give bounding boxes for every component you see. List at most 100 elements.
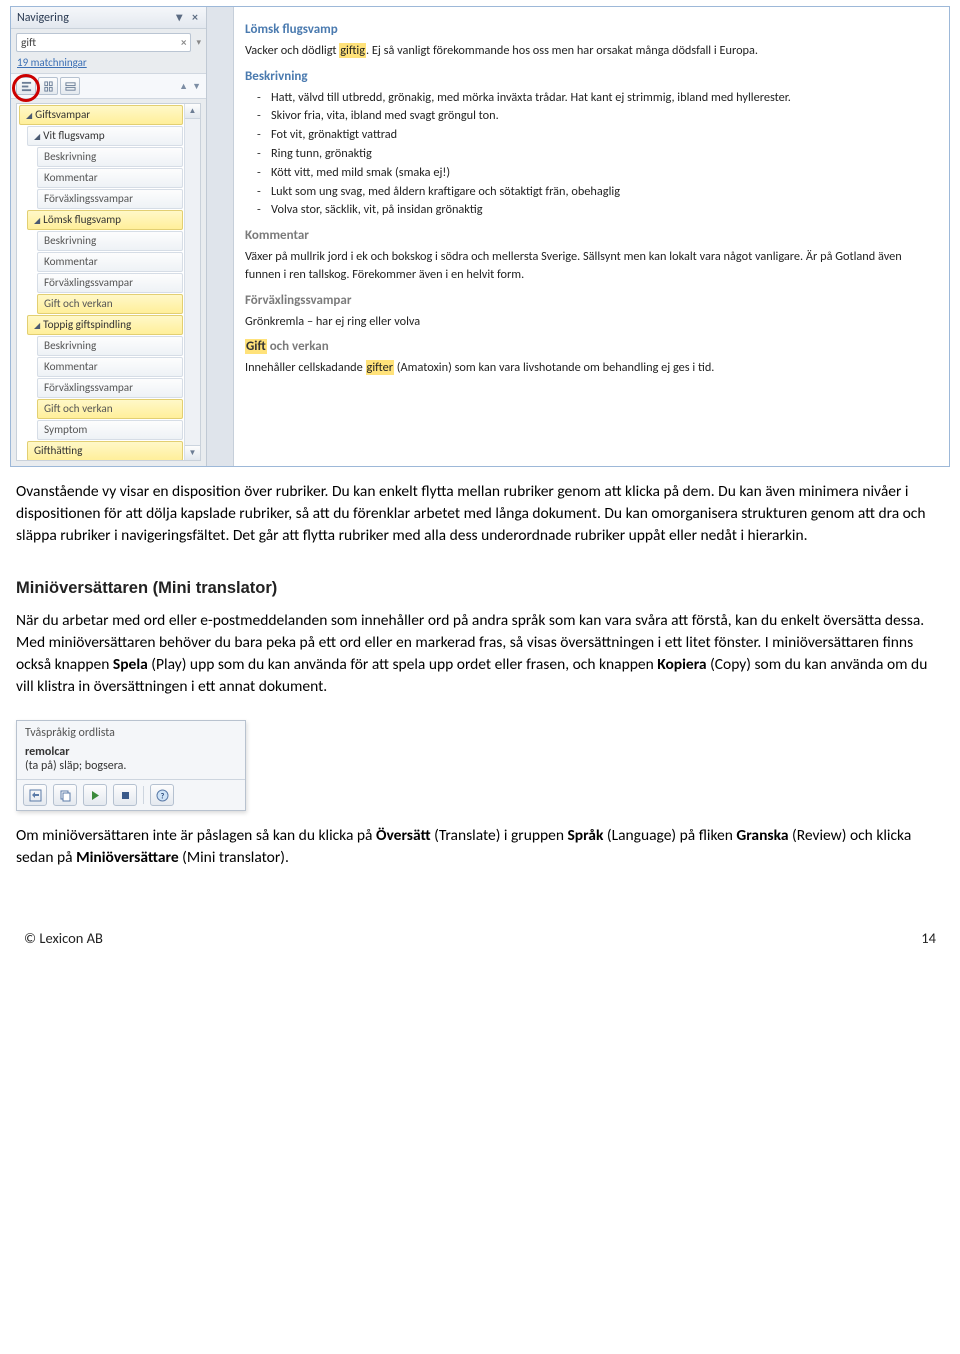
caret-icon: ◢ [34, 216, 40, 226]
text: Om miniöversättaren inte är påslagen så … [16, 826, 376, 845]
nav-tree-item[interactable]: Förväxlingssvampar [37, 273, 183, 293]
svg-text:?: ? [160, 791, 164, 801]
nav-search-value: gift [21, 36, 36, 50]
doc-heading-kommentar: Kommentar [245, 227, 927, 246]
body-paragraph-2: När du arbetar med ord eller e-postmedde… [16, 610, 944, 698]
nav-tree-item[interactable]: Beskrivning [37, 147, 183, 167]
nav-tree-item[interactable]: Förväxlingssvampar [37, 378, 183, 398]
nav-tree-item[interactable]: Kommentar [37, 168, 183, 188]
caret-icon: ◢ [34, 321, 40, 331]
tree-item-label: Gifthätting [34, 444, 82, 458]
tree-item-label: Beskrivning [44, 339, 96, 353]
results-view-button[interactable] [60, 77, 80, 95]
help-button[interactable]: ? [150, 784, 174, 806]
tree-item-label: Gift och verkan [44, 297, 113, 311]
nav-search-input[interactable]: gift × [16, 33, 191, 52]
play-button[interactable] [83, 784, 107, 806]
doc-heading-forvax: Förväxlingssvampar [245, 292, 927, 311]
nav-tree-item[interactable]: ◢Giftsvampar [19, 105, 183, 125]
doc-heading-gift: Gift och verkan [245, 338, 927, 357]
bold-text: Översätt [376, 826, 431, 845]
tree-item-label: Beskrivning [44, 150, 96, 164]
scroll-up-icon[interactable]: ▲ [185, 104, 200, 119]
highlight: Gift [245, 339, 267, 354]
popup-definition: (ta på) släp; bogsera. [17, 759, 245, 779]
tree-item-label: Toppig giftspindling [43, 318, 131, 332]
tree-item-label: Gift och verkan [44, 402, 113, 416]
pages-view-button[interactable] [38, 77, 58, 95]
nav-tree-item[interactable]: Beskrivning [37, 231, 183, 251]
bold-text: Språk [567, 826, 603, 845]
text: (Translate) i gruppen [431, 826, 568, 845]
scroll-down-icon[interactable]: ▼ [185, 445, 200, 460]
text: (Language) på fliken [603, 826, 736, 845]
text: (Amatoxin) som kan vara livshotande om b… [394, 360, 714, 375]
tree-item-label: Förväxlingssvampar [44, 381, 133, 395]
nav-header: Navigering ▾ × [11, 7, 206, 29]
separator [143, 786, 144, 804]
nav-search-dropdown-icon[interactable]: ▾ [196, 37, 201, 48]
nav-tree-item[interactable]: ◢Toppig giftspindling [27, 315, 183, 335]
nav-close-icon[interactable]: × [190, 11, 200, 25]
copy-button[interactable] [53, 784, 77, 806]
doc-bullet-list: Hatt, välvd till utbredd, grönakig, med … [257, 89, 927, 220]
text: och verkan [267, 339, 329, 354]
nav-tree-item[interactable]: Kommentar [37, 252, 183, 272]
nav-tree-item[interactable]: Gift och verkan [37, 294, 183, 314]
nav-tree: ▲ ▼ ◢Giftsvampar◢Vit flugsvamp Beskrivnin… [16, 103, 201, 461]
clear-icon[interactable]: × [181, 36, 186, 49]
tree-item-label: Symptom [44, 423, 87, 437]
text: Vacker och dödligt [245, 43, 339, 58]
nav-tree-item[interactable]: Förväxlingssvampar [37, 189, 183, 209]
text: Ovanstående vy visar en disposition över… [16, 481, 944, 547]
word-screenshot-frame: Navigering ▾ × gift × ▾ 19 matchningar [10, 6, 950, 467]
nav-dropdown-icon[interactable]: ▾ [174, 10, 184, 25]
nav-tree-item[interactable]: Kommentar [37, 357, 183, 377]
bold-text: Miniöversättare [76, 848, 179, 867]
mini-translator-popup: Tvåspråkig ordlista remolcar (ta på) slä… [16, 720, 246, 811]
nav-tree-item[interactable]: Gift och verkan [37, 399, 183, 419]
doc-heading-title: Lömsk flugsvamp [245, 21, 927, 40]
text: . Ej så vanligt förekommande hos oss men… [366, 43, 758, 58]
body-paragraph-1: Ovanstående vy visar en disposition över… [16, 481, 944, 547]
nav-match-count[interactable]: 19 matchningar [11, 54, 206, 73]
list-item: Hatt, välvd till utbredd, grönakig, med … [257, 89, 927, 107]
nav-tree-item[interactable]: Symptom [37, 420, 183, 440]
nav-tree-item[interactable]: Beskrivning [37, 336, 183, 356]
nav-view-toolbar: ▲ ▼ [11, 73, 206, 99]
text: (Play) upp som du kan använda för att sp… [148, 655, 657, 674]
nav-scrollbar[interactable]: ▲ ▼ [184, 104, 200, 460]
popup-word: remolcar [17, 742, 245, 759]
document-left-margin [207, 7, 234, 466]
doc-gift-text: Innehåller cellskadande gifter (Amatoxin… [245, 359, 927, 377]
navigation-pane: Navigering ▾ × gift × ▾ 19 matchningar [11, 7, 207, 466]
tree-item-label: Beskrivning [44, 234, 96, 248]
highlight: giftig [339, 43, 366, 58]
list-item: Fot vit, grönaktigt vattrad [257, 126, 927, 144]
bold-text: Spela [113, 655, 148, 674]
nav-tree-item[interactable]: ◢Lömsk flugsvamp [27, 210, 183, 230]
stop-button[interactable] [113, 784, 137, 806]
doc-kommentar-text: Växer på mullrik jord i ek och bokskog i… [245, 248, 927, 284]
list-item: Lukt som ung svag, med åldern kraftigare… [257, 183, 927, 201]
popup-title: Tvåspråkig ordlista [17, 721, 245, 742]
footer-copyright: © Lexicon AB [24, 929, 103, 947]
text: (Mini translator). [179, 848, 289, 867]
tree-item-label: Kommentar [44, 171, 98, 185]
prev-result-icon[interactable]: ▲ [179, 81, 188, 92]
nav-tree-item[interactable]: ◢Vit flugsvamp [27, 126, 183, 146]
bold-text: Granska [736, 826, 788, 845]
list-item: Ring tunn, grönaktig [257, 145, 927, 163]
highlight: gifter [366, 360, 394, 375]
nav-tree-item[interactable]: Gifthätting [27, 441, 183, 461]
next-result-icon[interactable]: ▼ [192, 81, 201, 92]
caret-icon: ◢ [26, 111, 32, 121]
page-footer: © Lexicon AB 14 [24, 929, 936, 947]
doc-forvax-text: Grönkremla – har ej ring eller volva [245, 313, 927, 331]
expand-button[interactable] [23, 784, 47, 806]
popup-toolbar: ? [17, 779, 245, 810]
doc-heading-beskrivning: Beskrivning [245, 68, 927, 87]
tree-item-label: Kommentar [44, 360, 98, 374]
headings-view-button[interactable] [16, 77, 36, 95]
doc-intro-text: Vacker och dödligt giftig. Ej så vanligt… [245, 42, 927, 60]
